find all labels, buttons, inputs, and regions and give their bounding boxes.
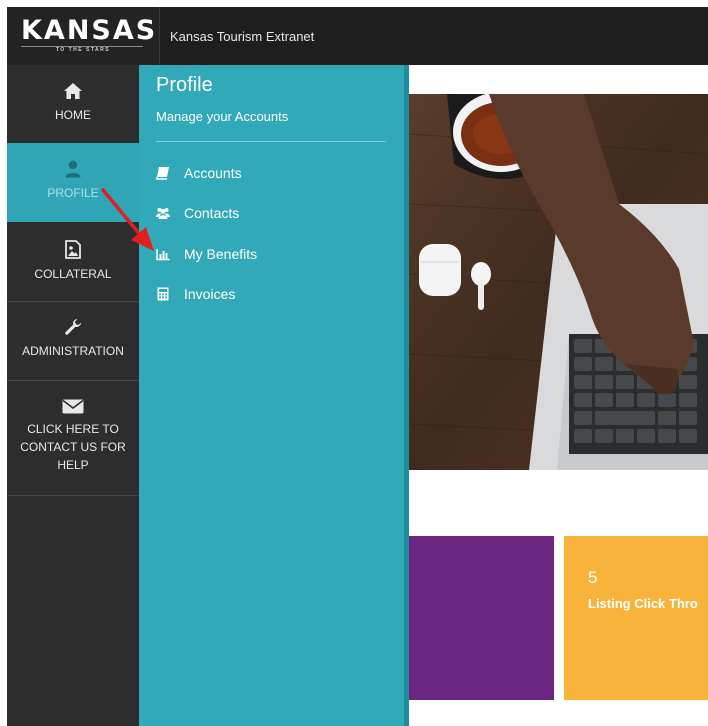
flyout-item-label: Contacts xyxy=(184,205,240,221)
bar-chart-icon xyxy=(156,249,170,261)
flyout-divider xyxy=(156,141,386,142)
calculator-icon xyxy=(157,287,169,301)
users-icon xyxy=(156,208,170,219)
stat-tile-purple[interactable] xyxy=(409,536,554,700)
wrench-icon xyxy=(65,319,81,335)
image-file-icon xyxy=(65,240,81,259)
envelope-icon xyxy=(62,399,84,414)
home-icon xyxy=(64,83,82,99)
stat-tile-number: 5 xyxy=(588,568,598,587)
stat-tile-label: Listing Click Thro xyxy=(588,596,698,611)
logo-tagline: TO THE STARS xyxy=(55,47,111,53)
flyout-item-label: Accounts xyxy=(184,165,242,181)
sidebar-item-collateral[interactable]: COLLATERAL xyxy=(7,222,139,302)
book-icon xyxy=(156,167,169,180)
sidebar-item-label: PROFILE xyxy=(47,186,99,200)
sidebar-item-label: CLICK HERE TO CONTACT US FOR HELP xyxy=(20,422,126,472)
sidebar-item-label: COLLATERAL xyxy=(34,267,112,281)
flyout-subtitle: Manage your Accounts xyxy=(156,109,289,124)
flyout-item-label: Invoices xyxy=(184,286,236,302)
flyout-item-contacts[interactable]: Contacts xyxy=(156,202,239,224)
flyout-item-my-benefits[interactable]: My Benefits xyxy=(156,243,257,265)
flyout-item-invoices[interactable]: Invoices xyxy=(156,283,235,305)
logo-wordmark: KANSAS xyxy=(21,15,158,46)
hero-photo xyxy=(409,94,708,470)
sidebar-item-label: ADMINISTRATION xyxy=(22,344,124,358)
flyout-item-accounts[interactable]: Accounts xyxy=(156,162,242,184)
sidebar-item-profile[interactable]: PROFILE xyxy=(7,143,139,222)
sidebar-nav: HOME PROFILE COLLATERAL ADMINISTRATION C… xyxy=(7,65,139,726)
hero-image xyxy=(409,94,708,470)
flyout-item-label: My Benefits xyxy=(184,246,258,262)
top-bar: KANSAS TO THE STARS Kansas Tourism Extra… xyxy=(7,7,708,65)
kansas-logo[interactable]: KANSAS TO THE STARS xyxy=(7,7,160,65)
sidebar-item-home[interactable]: HOME xyxy=(7,65,139,144)
sidebar-item-contact-help[interactable]: CLICK HERE TO CONTACT US FOR HELP xyxy=(7,380,139,496)
profile-flyout-menu: Profile Manage your Accounts Accounts Co… xyxy=(139,65,404,726)
user-icon xyxy=(65,160,81,178)
app-title: Kansas Tourism Extranet xyxy=(170,29,315,44)
flyout-title: Profile xyxy=(156,74,213,96)
sidebar-item-administration[interactable]: ADMINISTRATION xyxy=(7,301,139,381)
sidebar-item-label: HOME xyxy=(55,108,91,122)
stat-tile-listing-clicks[interactable]: 5 Listing Click Thro xyxy=(564,536,708,700)
